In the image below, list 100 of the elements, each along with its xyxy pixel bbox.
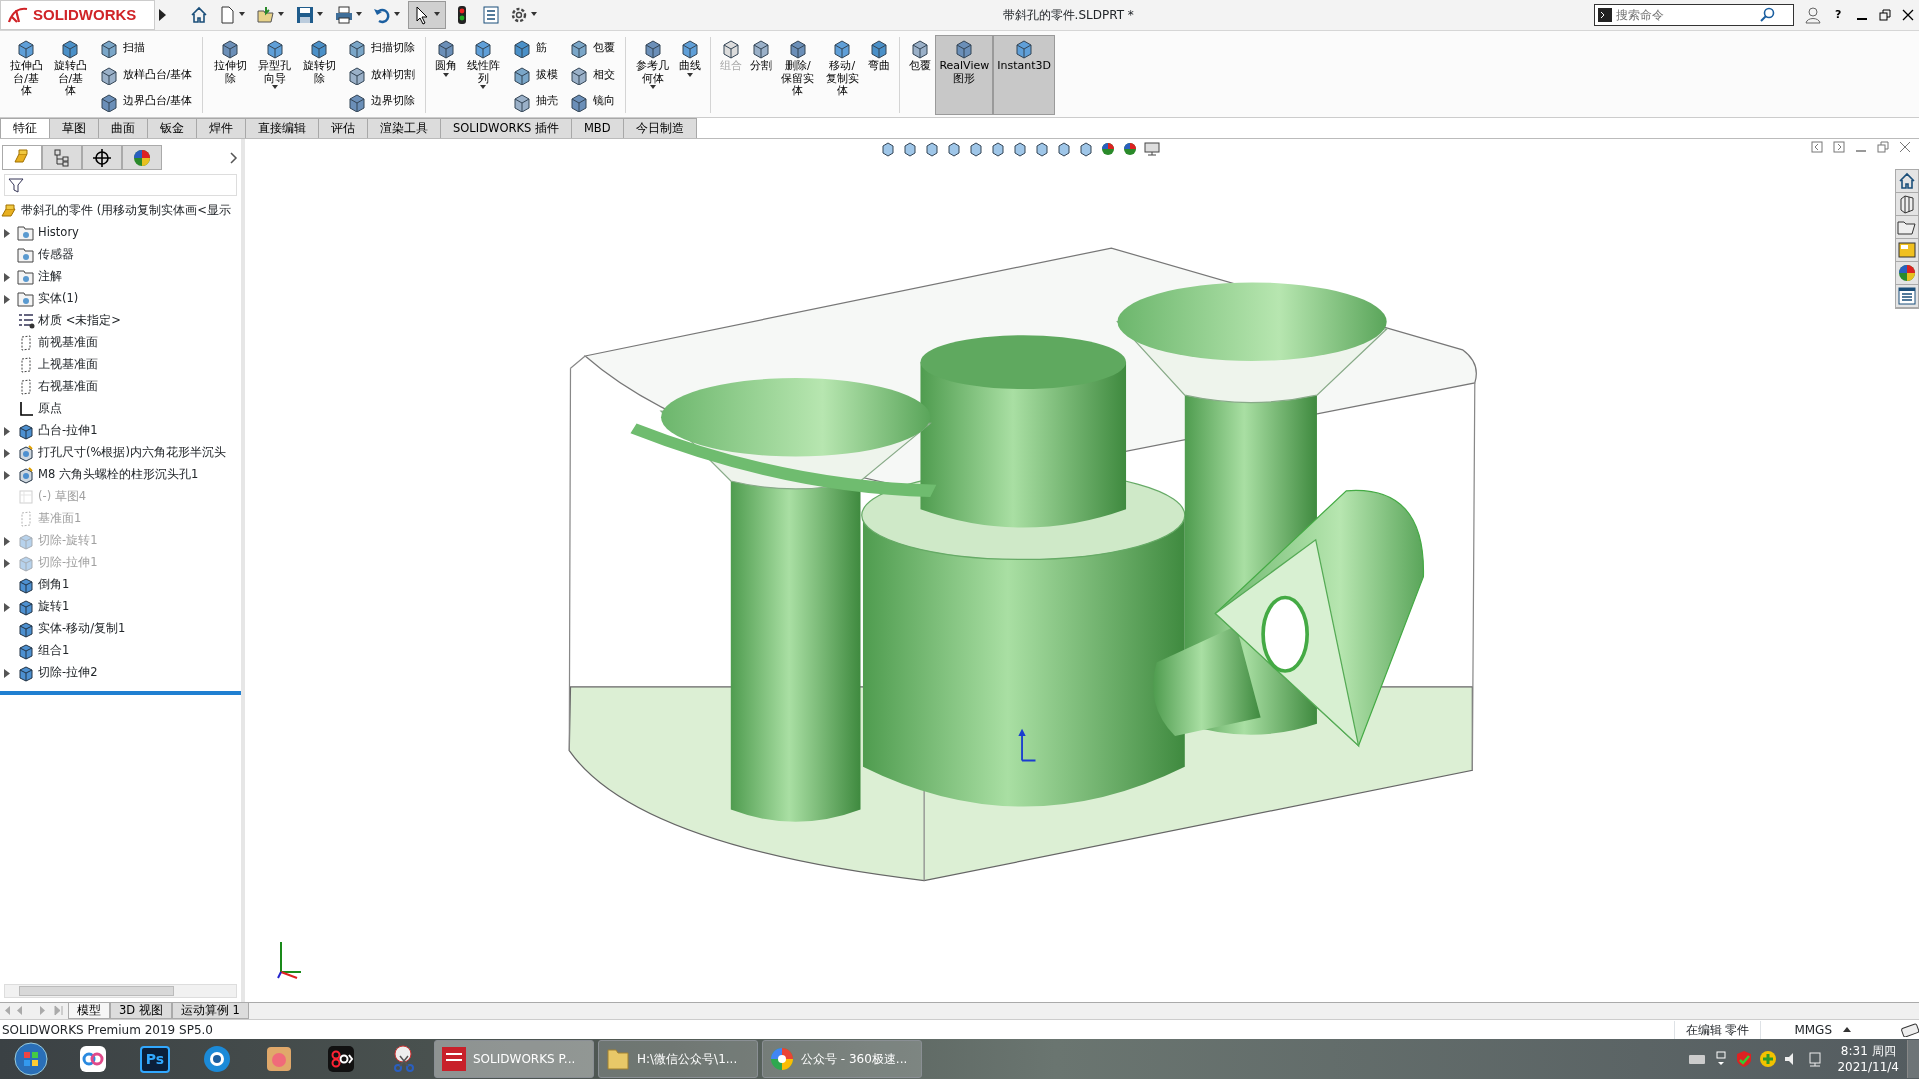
units-dropdown[interactable]: MMGS — [1761, 1020, 1843, 1039]
scene-ball-icon[interactable] — [1122, 141, 1138, 157]
ribbon-button[interactable]: 圆角 — [431, 35, 462, 115]
ribbon-button[interactable]: 筋 — [508, 37, 560, 60]
panel-left-icon[interactable] — [1811, 141, 1823, 153]
tree-item[interactable]: 凸台-拉伸1 — [0, 420, 241, 442]
ribbon-button[interactable]: 分割 — [745, 35, 776, 115]
ribbon-button[interactable]: 包覆 — [565, 37, 617, 60]
ribbon-button[interactable]: 放样切割 — [344, 64, 418, 86]
expand-arrow-icon[interactable] — [4, 536, 10, 546]
search-field[interactable]: 搜索命令 — [1594, 4, 1795, 26]
chevron-right-icon[interactable] — [229, 150, 239, 165]
ribbon-button[interactable]: 抽壳 — [508, 90, 560, 113]
tab[interactable]: 3D 视图 — [110, 1003, 172, 1019]
clock[interactable]: 8:31 周四 2021/11/4 — [1829, 1042, 1907, 1076]
ribbon-button[interactable]: 包覆 — [905, 35, 936, 115]
tree-item[interactable]: 实体-移动/复制1 — [0, 618, 241, 640]
expand-arrow-icon[interactable] — [4, 448, 10, 458]
tree-item[interactable]: 倒角1 — [0, 574, 241, 596]
ribbon-button[interactable]: 拉伸切除 — [208, 35, 253, 115]
tree-item[interactable]: 右视基准面 — [0, 376, 241, 398]
user-icon[interactable] — [1805, 6, 1822, 24]
tree-item[interactable]: M8 六角头螺栓的柱形沉头孔1 — [0, 464, 241, 486]
ribbon-button[interactable]: 边界切除 — [344, 90, 418, 113]
ribbon-button[interactable]: 弯曲 — [864, 35, 895, 115]
ribbon-button[interactable]: RealView 图形 — [935, 35, 994, 115]
tab[interactable]: 评估 — [318, 118, 368, 138]
tab[interactable]: 草图 — [49, 118, 99, 138]
expand-arrow-icon[interactable] — [4, 668, 10, 678]
tab[interactable]: 曲面 — [98, 118, 148, 138]
tab[interactable]: 钣金 — [147, 118, 197, 138]
ribbon-button[interactable]: 删除/保留实体 — [775, 35, 821, 115]
tab[interactable]: 模型 — [68, 1003, 110, 1019]
task-pane-tab[interactable] — [1896, 193, 1918, 216]
taskbar-button[interactable]: H:\微信公众号\1... — [598, 1040, 758, 1078]
plus-badge-icon[interactable] — [1758, 1050, 1777, 1068]
tree-item[interactable]: 传感器 — [0, 244, 241, 266]
ribbon-button[interactable]: 相交 — [565, 64, 617, 86]
help-button[interactable]: ? — [1832, 1, 1845, 29]
expand-arrow-icon[interactable] — [4, 426, 10, 436]
tree-item[interactable]: 组合1 — [0, 640, 241, 662]
tree-item[interactable]: 材质 <未指定> — [0, 310, 241, 332]
tree-item[interactable]: 切除-拉伸2 — [0, 662, 241, 684]
ribbon-button[interactable]: 扫描切除 — [344, 37, 418, 60]
ribbon-button[interactable]: 边界凸台/基体 — [95, 90, 195, 113]
restore-icon[interactable] — [1878, 9, 1891, 21]
ribbon-button[interactable]: 拉伸凸台/基体 — [4, 35, 49, 115]
ribbon-button[interactable]: 旋转凸台/基体 — [48, 35, 93, 115]
task-pane-tab[interactable] — [1896, 285, 1918, 308]
ribbon-button[interactable]: 扫描 — [95, 37, 195, 60]
expand-arrow-icon[interactable] — [4, 558, 10, 568]
appearance-ball-icon[interactable] — [1100, 141, 1116, 157]
caret-icon[interactable] — [1843, 1027, 1851, 1032]
task-pane-tab[interactable] — [1896, 239, 1918, 262]
tab[interactable]: 特征 — [0, 118, 50, 138]
filter-field[interactable] — [4, 174, 237, 196]
taskbar-app[interactable]: Ps — [124, 1040, 186, 1078]
tree-item[interactable]: 上视基准面 — [0, 354, 241, 376]
tree-item[interactable]: 前视基准面 — [0, 332, 241, 354]
tab[interactable]: 渲染工具 — [367, 118, 441, 138]
monitor-icon[interactable] — [1144, 141, 1160, 157]
tab[interactable]: 今日制造 — [622, 118, 697, 138]
expand-arrow-icon[interactable] — [4, 294, 10, 304]
shield-icon[interactable] — [1735, 1050, 1754, 1068]
panel-right-icon[interactable] — [1833, 141, 1845, 153]
tab[interactable]: MBD — [570, 118, 624, 138]
keyboard-icon[interactable] — [1901, 1022, 1919, 1037]
expand-arrow-icon[interactable] — [4, 272, 10, 282]
ribbon-button[interactable]: 移动/复制实体 — [820, 35, 865, 115]
expand-arrow-icon[interactable] — [4, 470, 10, 480]
toolbar-button[interactable] — [408, 1, 446, 29]
tree-item[interactable]: 带斜孔的零件 (用移动复制实体画<显示 — [0, 200, 241, 222]
ribbon-button[interactable]: 放样凸台/基体 — [95, 64, 195, 86]
app-logo[interactable]: SOLIDWORKS — [0, 0, 155, 30]
tree-item[interactable]: 原点 — [0, 398, 241, 420]
tab[interactable]: 直接编辑 — [245, 118, 319, 138]
tree-item[interactable]: 注解 — [0, 266, 241, 288]
horizontal-scrollbar[interactable] — [4, 984, 237, 998]
ribbon-button[interactable]: 线性阵列 — [461, 35, 506, 115]
ribbon-button[interactable]: 异型孔向导 — [252, 35, 297, 115]
tab[interactable]: SOLIDWORKS 插件 — [440, 118, 572, 138]
expand-arrow-icon[interactable] — [4, 228, 10, 238]
ribbon-button[interactable]: 参考几何体 — [630, 35, 675, 115]
ribbon-button[interactable]: 拔模 — [508, 64, 560, 86]
ribbon-button[interactable]: 旋转切除 — [296, 35, 342, 115]
tab[interactable]: 运动算例 1 — [171, 1003, 249, 1019]
task-pane-tab[interactable] — [1896, 170, 1918, 193]
close-icon[interactable] — [1901, 9, 1914, 21]
tab[interactable]: 焊件 — [196, 118, 246, 138]
tree-item[interactable]: 实体(1) — [0, 288, 241, 310]
task-pane-tab[interactable] — [1896, 262, 1918, 285]
ribbon-button[interactable]: 曲线 — [674, 35, 705, 115]
ribbon-button[interactable]: Instant3D — [993, 35, 1055, 115]
tree-item[interactable]: 打孔尺寸(%根据)内六角花形半沉头 — [0, 442, 241, 464]
ribbon-button[interactable]: 镜向 — [565, 90, 617, 113]
taskbar-button[interactable]: 公众号 - 360极速... — [762, 1040, 922, 1078]
panel-tab[interactable] — [82, 145, 122, 170]
expand-arrow-icon[interactable] — [4, 602, 10, 612]
tree-item[interactable]: 旋转1 — [0, 596, 241, 618]
tree-item[interactable]: History — [0, 222, 241, 244]
